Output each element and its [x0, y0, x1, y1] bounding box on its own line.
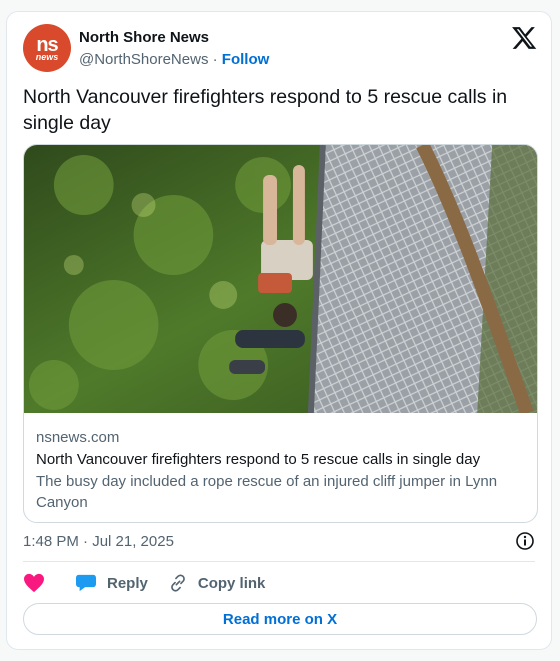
heart-icon: [24, 573, 44, 593]
copy-link-button[interactable]: Copy link: [168, 573, 266, 593]
tweet-text: North Vancouver firefighters respond to …: [23, 86, 508, 134]
copy-link-label: Copy link: [197, 574, 266, 592]
link-title: North Vancouver firefighters respond to …: [36, 451, 481, 468]
separator-dot: ·: [212, 51, 218, 68]
tweet-embed-card: ns news North Shore News @NorthShoreNews…: [6, 11, 552, 650]
author-handle-row: @NorthShoreNews · Follow: [79, 51, 269, 68]
article-photo: [24, 145, 537, 413]
reply-label: Reply: [107, 574, 148, 592]
follow-button[interactable]: Follow: [222, 51, 270, 68]
reply-button[interactable]: Reply: [75, 573, 148, 593]
link-preview-card[interactable]: nsnews.com North Vancouver firefighters …: [23, 144, 538, 523]
author-name[interactable]: North Shore News: [79, 29, 209, 46]
avatar[interactable]: ns news: [23, 24, 71, 72]
avatar-text-bottom: news: [35, 51, 59, 62]
x-logo-icon[interactable]: [511, 25, 537, 51]
divider: [23, 561, 535, 562]
info-icon[interactable]: [515, 531, 535, 551]
read-more-button[interactable]: Read more on X: [23, 603, 537, 635]
tweet-timestamp[interactable]: 1:48 PM · Jul 21, 2025: [23, 533, 174, 550]
link-icon: [170, 574, 185, 592]
link-domain: nsnews.com: [36, 429, 120, 446]
author-handle[interactable]: @NorthShoreNews: [79, 51, 208, 68]
action-bar: Reply Copy link: [23, 571, 285, 595]
like-button[interactable]: [23, 573, 55, 593]
link-description: The busy day included a rope rescue of a…: [36, 473, 498, 511]
reply-bubble-icon: [76, 574, 96, 592]
